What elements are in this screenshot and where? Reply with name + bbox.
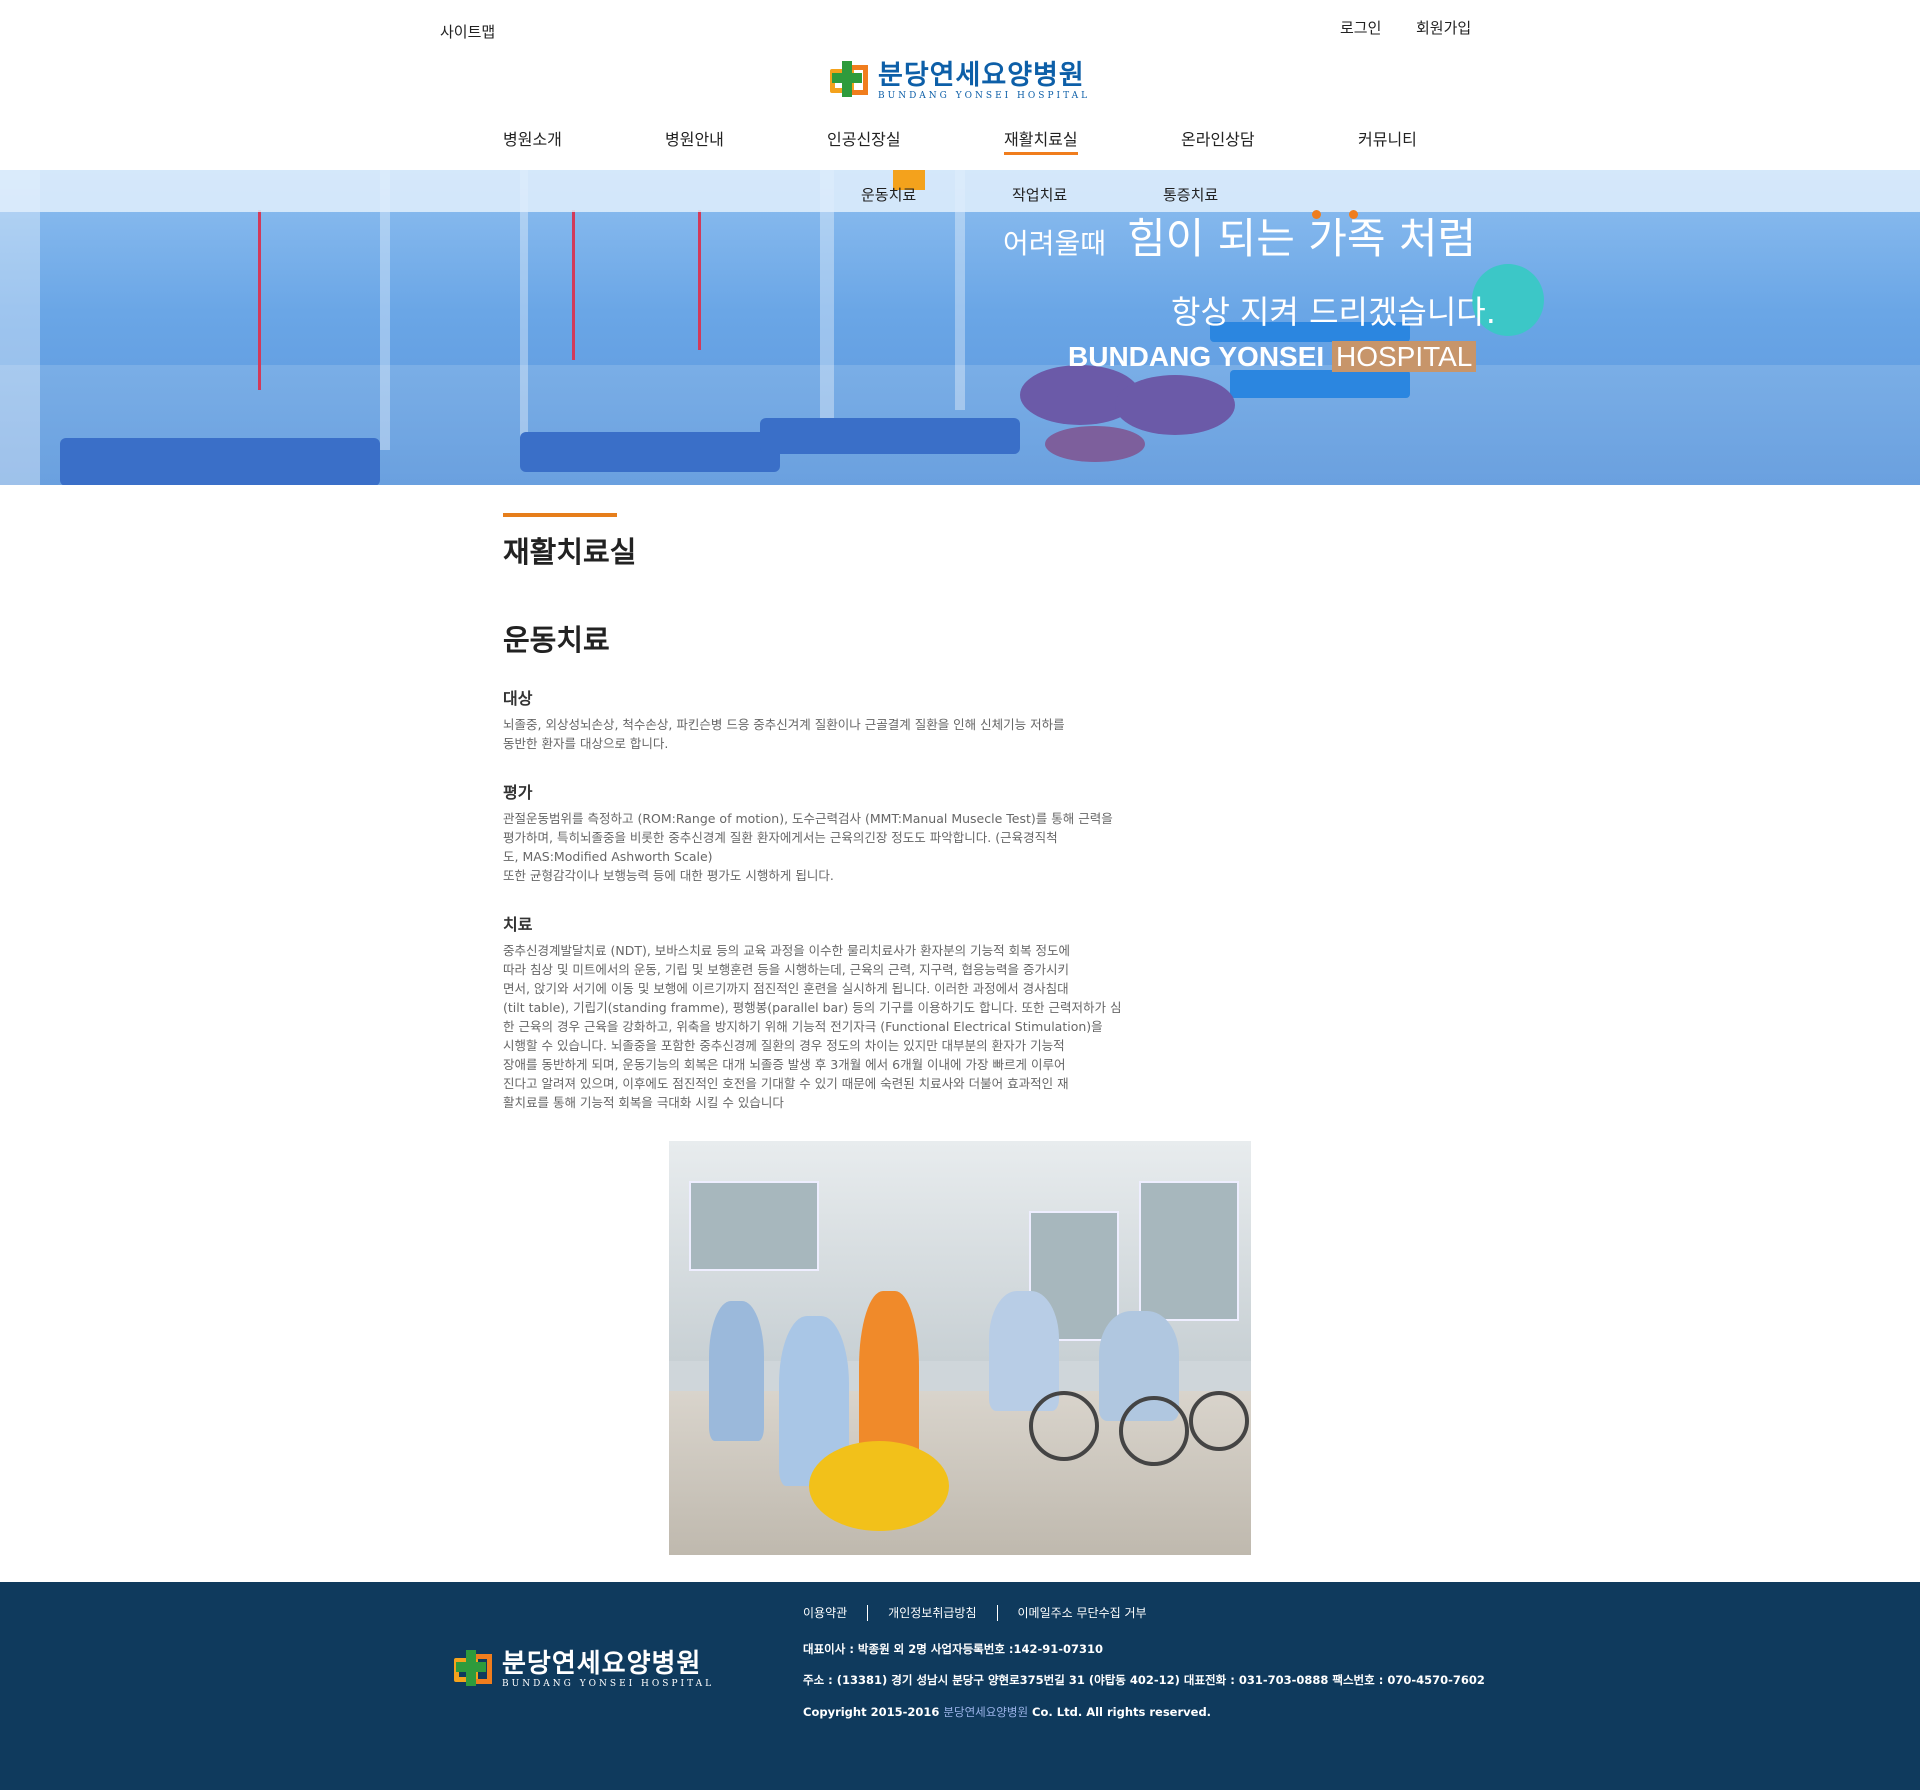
block-heading: 치료 — [503, 915, 533, 934]
block-text: 중추신경계발달치료 (NDT), 보바스치료 등의 교육 과정을 이수한 물리치… — [503, 943, 1122, 1110]
nav-item-rehab[interactable]: 재활치료실 — [1004, 126, 1078, 155]
cross-logo-icon — [828, 59, 872, 103]
block-text: 뇌졸중, 외상성뇌손상, 척수손상, 파킨슨병 드응 중추신겨계 질환이나 근골… — [503, 717, 1065, 751]
section-title: 운동치료 — [503, 623, 610, 657]
sub-nav: 운동치료 작업치료 통증치료 — [0, 170, 1920, 212]
login-link[interactable]: 로그인 — [1340, 17, 1381, 38]
title-accent-bar — [503, 513, 617, 517]
banner-slogan-line2: 항상 지켜 드리겠습니다. — [1171, 293, 1496, 331]
logo-english-text: BUNDANG YONSEI HOSPITAL — [878, 90, 1091, 101]
main-nav: 병원소개 병원안내 인공신장실 재활치료실 온라인상담 커뮤니티 — [0, 126, 1920, 156]
footer-logo-korean-text: 분당연세요양병원 — [502, 1649, 702, 1679]
slogan-big-text: 힘이 되는 가족 처럼 — [1127, 210, 1476, 263]
footer-logo: 분당연세요양병원 BUNDANG YONSEI HOSPITAL — [452, 1648, 714, 1692]
block-heading: 평가 — [503, 783, 533, 802]
logo-korean-text: 분당연세요양병원 — [878, 59, 1085, 91]
subnav-item-pain[interactable]: 통증치료 — [1163, 184, 1218, 205]
block-heading: 대상 — [503, 689, 533, 708]
copyright: Copyright 2015-2016 분당연세요양병원 Co. Ltd. Al… — [803, 1705, 1212, 1719]
block-text: 관절운동범위를 측정하고 (ROM:Range of motion), 도수근력… — [503, 811, 1113, 883]
nav-item-guide[interactable]: 병원안내 — [665, 126, 724, 150]
privacy-link[interactable]: 개인정보취급방침 — [888, 1604, 976, 1621]
page-title: 재활치료실 — [503, 535, 637, 569]
main-content: 재활치료실 운동치료 대상 뇌졸중, 외상성뇌손상, 척수손상, 파킨슨병 드응… — [503, 513, 1183, 1112]
hero-banner: 운동치료 작업치료 통증치료 어려울때 힘이 되는 가족 처럼 항상 지켜 드리… — [0, 170, 1920, 485]
slogan-small-text: 어려울때 — [1003, 227, 1107, 260]
nav-item-dialysis[interactable]: 인공신장실 — [827, 126, 901, 150]
content-block-evaluation: 평가 관절운동범위를 측정하고 (ROM:Range of motion), 도… — [503, 779, 1183, 885]
address-info: 주소 : (13381) 경기 성남시 분당구 양현로375번길 31 (야탑동… — [803, 1673, 1485, 1687]
content-block-treatment: 치료 중추신경계발달치료 (NDT), 보바스치료 등의 교육 과정을 이수한 … — [503, 911, 1183, 1112]
banner-slogan-line1: 어려울때 힘이 되는 가족 처럼 — [1003, 205, 1476, 266]
company-info: 대표이사 : 박종원 외 2명 사업자등록번호 :142-91-07310 — [803, 1642, 1104, 1656]
site-logo[interactable]: 분당연세요양병원 BUNDANG YONSEI HOSPITAL — [828, 58, 1094, 104]
terms-link[interactable]: 이용약관 — [803, 1604, 847, 1621]
email-policy-link[interactable]: 이메일주소 무단수집 거부 — [1018, 1604, 1147, 1621]
nav-item-about[interactable]: 병원소개 — [503, 126, 562, 150]
subnav-item-occupational[interactable]: 작업치료 — [1012, 184, 1067, 205]
footer-logo-english-text: BUNDANG YONSEI HOSPITAL — [502, 1679, 715, 1689]
link-divider — [996, 1604, 998, 1621]
banner-brand: BUNDANG YONSEI HOSPITAL — [1068, 341, 1477, 373]
site-header: 사이트맵 로그인 회원가입 분당연세요양병원 BUNDANG YONSEI HO… — [0, 0, 1920, 170]
link-divider — [867, 1604, 869, 1621]
site-footer: 분당연세요양병원 BUNDANG YONSEI HOSPITAL 이용약관 개인… — [0, 1582, 1920, 1790]
nav-item-consult[interactable]: 온라인상담 — [1181, 126, 1255, 150]
sitemap-link[interactable]: 사이트맵 — [440, 21, 495, 42]
therapy-room-photo — [669, 1141, 1251, 1555]
nav-item-community[interactable]: 커뮤니티 — [1358, 126, 1417, 150]
footer-links: 이용약관 개인정보취급방침 이메일주소 무단수집 거부 — [803, 1604, 1147, 1621]
join-link[interactable]: 회원가입 — [1416, 17, 1471, 38]
content-block-target: 대상 뇌졸중, 외상성뇌손상, 척수손상, 파킨슨병 드응 중추신겨계 질환이나… — [503, 685, 1183, 753]
subnav-item-exercise[interactable]: 운동치료 — [861, 184, 916, 205]
cross-logo-icon — [452, 1648, 496, 1692]
